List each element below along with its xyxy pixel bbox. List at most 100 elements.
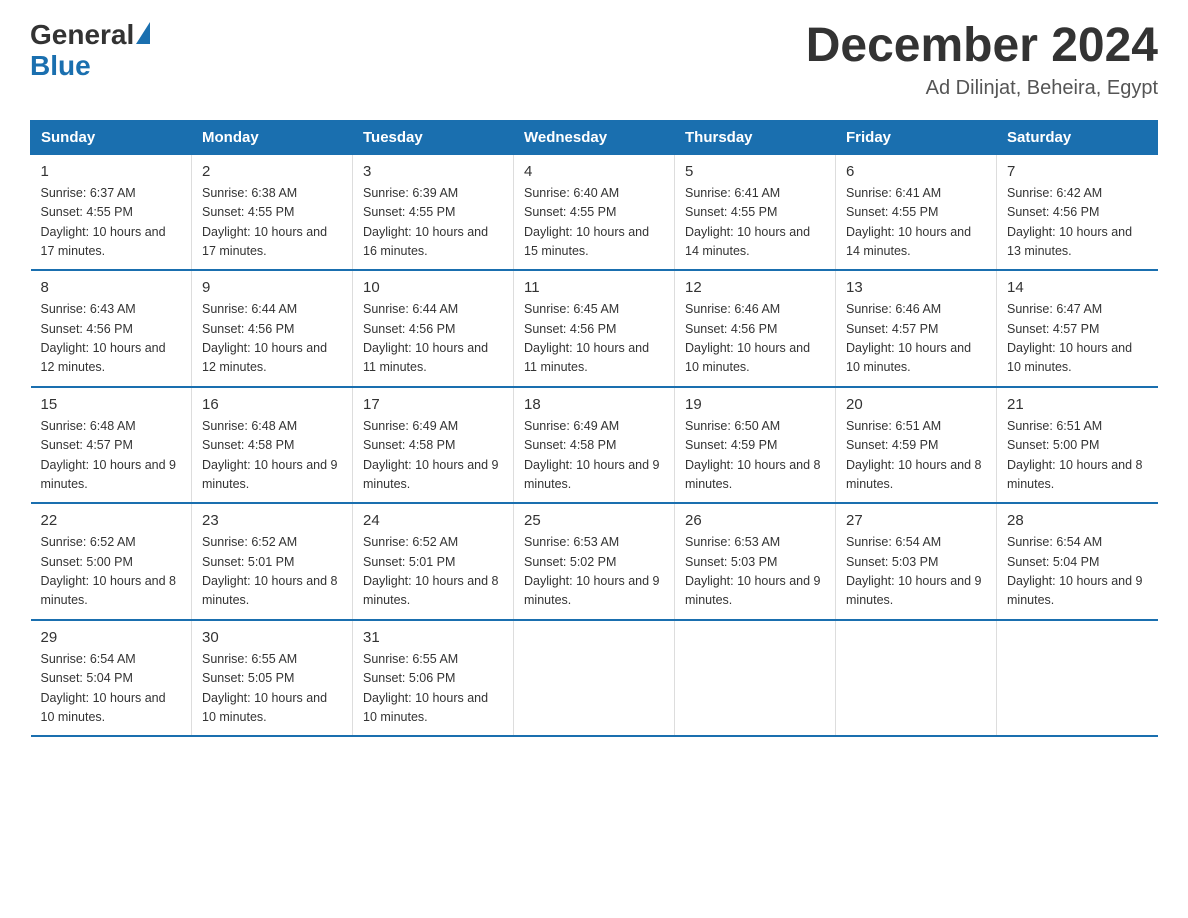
day-info: Sunrise: 6:44 AMSunset: 4:56 PMDaylight:… <box>363 300 503 378</box>
day-number: 4 <box>524 163 664 180</box>
calendar-cell: 13 Sunrise: 6:46 AMSunset: 4:57 PMDaylig… <box>836 270 997 387</box>
day-number: 18 <box>524 396 664 413</box>
day-info: Sunrise: 6:39 AMSunset: 4:55 PMDaylight:… <box>363 184 503 262</box>
calendar-cell: 21 Sunrise: 6:51 AMSunset: 5:00 PMDaylig… <box>997 387 1158 504</box>
logo-general-text: General <box>30 20 134 51</box>
day-number: 19 <box>685 396 825 413</box>
week-row-1: 1 Sunrise: 6:37 AMSunset: 4:55 PMDayligh… <box>31 154 1158 270</box>
day-info: Sunrise: 6:52 AMSunset: 5:01 PMDaylight:… <box>202 533 342 611</box>
header-day-wednesday: Wednesday <box>514 120 675 154</box>
day-number: 25 <box>524 512 664 529</box>
day-number: 10 <box>363 279 503 296</box>
day-number: 16 <box>202 396 342 413</box>
day-number: 11 <box>524 279 664 296</box>
calendar-table: SundayMondayTuesdayWednesdayThursdayFrid… <box>30 120 1158 738</box>
day-info: Sunrise: 6:44 AMSunset: 4:56 PMDaylight:… <box>202 300 342 378</box>
day-number: 3 <box>363 163 503 180</box>
day-number: 22 <box>41 512 182 529</box>
week-row-5: 29 Sunrise: 6:54 AMSunset: 5:04 PMDaylig… <box>31 620 1158 737</box>
calendar-cell <box>997 620 1158 737</box>
day-number: 31 <box>363 629 503 646</box>
week-row-3: 15 Sunrise: 6:48 AMSunset: 4:57 PMDaylig… <box>31 387 1158 504</box>
calendar-cell: 26 Sunrise: 6:53 AMSunset: 5:03 PMDaylig… <box>675 503 836 620</box>
day-number: 23 <box>202 512 342 529</box>
calendar-cell: 18 Sunrise: 6:49 AMSunset: 4:58 PMDaylig… <box>514 387 675 504</box>
header-day-sunday: Sunday <box>31 120 192 154</box>
header-day-friday: Friday <box>836 120 997 154</box>
page-header: General Blue December 2024 Ad Dilinjat, … <box>30 20 1158 100</box>
logo-triangle-icon <box>136 22 150 44</box>
month-title: December 2024 <box>806 20 1158 73</box>
day-info: Sunrise: 6:41 AMSunset: 4:55 PMDaylight:… <box>685 184 825 262</box>
day-number: 2 <box>202 163 342 180</box>
week-row-2: 8 Sunrise: 6:43 AMSunset: 4:56 PMDayligh… <box>31 270 1158 387</box>
day-info: Sunrise: 6:50 AMSunset: 4:59 PMDaylight:… <box>685 417 825 495</box>
calendar-cell: 9 Sunrise: 6:44 AMSunset: 4:56 PMDayligh… <box>192 270 353 387</box>
calendar-cell: 3 Sunrise: 6:39 AMSunset: 4:55 PMDayligh… <box>353 154 514 270</box>
calendar-cell <box>836 620 997 737</box>
day-info: Sunrise: 6:55 AMSunset: 5:05 PMDaylight:… <box>202 650 342 728</box>
calendar-cell: 23 Sunrise: 6:52 AMSunset: 5:01 PMDaylig… <box>192 503 353 620</box>
day-number: 30 <box>202 629 342 646</box>
calendar-cell: 19 Sunrise: 6:50 AMSunset: 4:59 PMDaylig… <box>675 387 836 504</box>
day-info: Sunrise: 6:46 AMSunset: 4:56 PMDaylight:… <box>685 300 825 378</box>
day-number: 7 <box>1007 163 1148 180</box>
calendar-cell: 4 Sunrise: 6:40 AMSunset: 4:55 PMDayligh… <box>514 154 675 270</box>
calendar-cell: 2 Sunrise: 6:38 AMSunset: 4:55 PMDayligh… <box>192 154 353 270</box>
calendar-cell <box>514 620 675 737</box>
day-number: 17 <box>363 396 503 413</box>
calendar-cell: 20 Sunrise: 6:51 AMSunset: 4:59 PMDaylig… <box>836 387 997 504</box>
day-info: Sunrise: 6:55 AMSunset: 5:06 PMDaylight:… <box>363 650 503 728</box>
day-info: Sunrise: 6:52 AMSunset: 5:00 PMDaylight:… <box>41 533 182 611</box>
calendar-cell: 29 Sunrise: 6:54 AMSunset: 5:04 PMDaylig… <box>31 620 192 737</box>
calendar-cell: 6 Sunrise: 6:41 AMSunset: 4:55 PMDayligh… <box>836 154 997 270</box>
day-number: 15 <box>41 396 182 413</box>
location-subtitle: Ad Dilinjat, Beheira, Egypt <box>806 77 1158 100</box>
header-day-tuesday: Tuesday <box>353 120 514 154</box>
calendar-cell: 30 Sunrise: 6:55 AMSunset: 5:05 PMDaylig… <box>192 620 353 737</box>
day-number: 8 <box>41 279 182 296</box>
day-info: Sunrise: 6:43 AMSunset: 4:56 PMDaylight:… <box>41 300 182 378</box>
title-block: December 2024 Ad Dilinjat, Beheira, Egyp… <box>806 20 1158 100</box>
calendar-cell: 1 Sunrise: 6:37 AMSunset: 4:55 PMDayligh… <box>31 154 192 270</box>
day-info: Sunrise: 6:40 AMSunset: 4:55 PMDaylight:… <box>524 184 664 262</box>
day-info: Sunrise: 6:49 AMSunset: 4:58 PMDaylight:… <box>363 417 503 495</box>
calendar-cell: 28 Sunrise: 6:54 AMSunset: 5:04 PMDaylig… <box>997 503 1158 620</box>
header-day-monday: Monday <box>192 120 353 154</box>
header-day-thursday: Thursday <box>675 120 836 154</box>
calendar-cell: 15 Sunrise: 6:48 AMSunset: 4:57 PMDaylig… <box>31 387 192 504</box>
day-number: 5 <box>685 163 825 180</box>
calendar-cell: 27 Sunrise: 6:54 AMSunset: 5:03 PMDaylig… <box>836 503 997 620</box>
day-info: Sunrise: 6:52 AMSunset: 5:01 PMDaylight:… <box>363 533 503 611</box>
day-info: Sunrise: 6:37 AMSunset: 4:55 PMDaylight:… <box>41 184 182 262</box>
day-info: Sunrise: 6:46 AMSunset: 4:57 PMDaylight:… <box>846 300 986 378</box>
logo-blue-text: Blue <box>30 51 150 82</box>
calendar-body: 1 Sunrise: 6:37 AMSunset: 4:55 PMDayligh… <box>31 154 1158 736</box>
day-info: Sunrise: 6:38 AMSunset: 4:55 PMDaylight:… <box>202 184 342 262</box>
day-info: Sunrise: 6:51 AMSunset: 5:00 PMDaylight:… <box>1007 417 1148 495</box>
day-info: Sunrise: 6:48 AMSunset: 4:58 PMDaylight:… <box>202 417 342 495</box>
calendar-cell: 5 Sunrise: 6:41 AMSunset: 4:55 PMDayligh… <box>675 154 836 270</box>
day-info: Sunrise: 6:51 AMSunset: 4:59 PMDaylight:… <box>846 417 986 495</box>
day-info: Sunrise: 6:54 AMSunset: 5:04 PMDaylight:… <box>1007 533 1148 611</box>
calendar-cell: 24 Sunrise: 6:52 AMSunset: 5:01 PMDaylig… <box>353 503 514 620</box>
day-number: 26 <box>685 512 825 529</box>
calendar-cell: 17 Sunrise: 6:49 AMSunset: 4:58 PMDaylig… <box>353 387 514 504</box>
calendar-cell: 14 Sunrise: 6:47 AMSunset: 4:57 PMDaylig… <box>997 270 1158 387</box>
week-row-4: 22 Sunrise: 6:52 AMSunset: 5:00 PMDaylig… <box>31 503 1158 620</box>
day-info: Sunrise: 6:48 AMSunset: 4:57 PMDaylight:… <box>41 417 182 495</box>
day-info: Sunrise: 6:47 AMSunset: 4:57 PMDaylight:… <box>1007 300 1148 378</box>
day-info: Sunrise: 6:53 AMSunset: 5:03 PMDaylight:… <box>685 533 825 611</box>
day-info: Sunrise: 6:42 AMSunset: 4:56 PMDaylight:… <box>1007 184 1148 262</box>
day-info: Sunrise: 6:53 AMSunset: 5:02 PMDaylight:… <box>524 533 664 611</box>
day-number: 14 <box>1007 279 1148 296</box>
day-info: Sunrise: 6:54 AMSunset: 5:04 PMDaylight:… <box>41 650 182 728</box>
day-number: 21 <box>1007 396 1148 413</box>
calendar-cell: 11 Sunrise: 6:45 AMSunset: 4:56 PMDaylig… <box>514 270 675 387</box>
day-number: 1 <box>41 163 182 180</box>
day-number: 29 <box>41 629 182 646</box>
logo: General Blue <box>30 20 150 82</box>
calendar-cell: 12 Sunrise: 6:46 AMSunset: 4:56 PMDaylig… <box>675 270 836 387</box>
day-info: Sunrise: 6:54 AMSunset: 5:03 PMDaylight:… <box>846 533 986 611</box>
calendar-cell: 22 Sunrise: 6:52 AMSunset: 5:00 PMDaylig… <box>31 503 192 620</box>
